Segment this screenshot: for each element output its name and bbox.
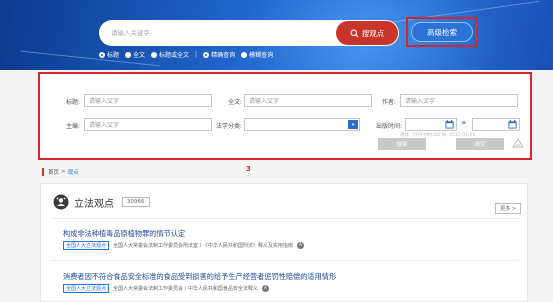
option-separator: | bbox=[195, 51, 198, 58]
option-label: 全文 bbox=[133, 52, 146, 59]
date-range-arrow-icon: » bbox=[461, 118, 467, 127]
item-meta: 全国人大立法观点 全国人大常委会法制工作委员会 / 中华人民共和国食品安全法释义… bbox=[63, 284, 269, 293]
breadcrumb: 首页 > 观点 bbox=[42, 168, 79, 176]
breadcrumb-separator: > bbox=[61, 169, 66, 175]
advanced-search-panel: 标题: 请输入文字 全文: 请输入文字 作者: 请输入文字 主编: 请输入文字 … bbox=[38, 72, 532, 160]
option-label: 标题或全文 bbox=[159, 52, 190, 59]
radio-icon bbox=[125, 51, 132, 58]
option-title[interactable]: 标题 bbox=[99, 50, 119, 59]
chevron-down-icon: ▾ bbox=[348, 120, 358, 129]
option-exact[interactable]: 精确查询 bbox=[203, 50, 235, 59]
annotation-number: 3 bbox=[246, 165, 251, 173]
advanced-search-highlight: 高级检索 bbox=[406, 17, 478, 47]
search-button[interactable]: 搜观点 bbox=[336, 21, 398, 45]
option-label: 模糊查询 bbox=[249, 52, 274, 59]
submit-label: 搜索 bbox=[396, 142, 408, 148]
authority-badge-icon: A bbox=[296, 242, 304, 249]
date-start-input[interactable] bbox=[405, 118, 457, 131]
advanced-search-label: 高级检索 bbox=[427, 27, 457, 37]
author-input[interactable]: 请输入文字 bbox=[400, 94, 518, 107]
clear-label: 清空 bbox=[474, 142, 486, 148]
title-input[interactable]: 请输入文字 bbox=[84, 94, 212, 107]
search-input[interactable] bbox=[111, 25, 311, 41]
divider bbox=[51, 218, 519, 219]
title-placeholder: 请输入文字 bbox=[89, 98, 120, 105]
fulltext-input[interactable]: 请输入文字 bbox=[244, 94, 372, 107]
section-count: 30966 bbox=[122, 197, 150, 207]
source-tag[interactable]: 全国人大立法观点 bbox=[63, 241, 110, 250]
option-label: 标题 bbox=[107, 52, 120, 59]
advanced-search-submit-button[interactable]: 搜索 bbox=[378, 138, 426, 150]
breadcrumb-home[interactable]: 首页 bbox=[48, 168, 59, 176]
category-select[interactable]: ▾ bbox=[244, 118, 360, 131]
authority-badge-icon: A bbox=[261, 285, 269, 292]
breadcrumb-current: 观点 bbox=[67, 170, 79, 176]
section-title: 立法观点 bbox=[74, 198, 114, 210]
opinion-card: 立法观点 30966 更多 > 构成非法种植毒品原植物罪的情节认定 全国人大立法… bbox=[40, 183, 528, 302]
radio-icon bbox=[151, 51, 158, 58]
author-label: 作者: bbox=[381, 99, 396, 106]
category-label: 法学分类: bbox=[215, 123, 242, 130]
option-title-or-fulltext[interactable]: 标题或全文 bbox=[151, 50, 189, 59]
item-source: 全国人大常委会法制工作委员会刑法室 / 《中华人民共和国刑法》释义及实用指南 bbox=[113, 243, 293, 249]
radio-checked-icon bbox=[203, 51, 210, 58]
divider bbox=[51, 260, 519, 261]
item-meta: 全国人大立法观点 全国人大常委会法制工作委员会刑法室 / 《中华人民共和国刑法》… bbox=[63, 241, 304, 250]
option-fuzzy[interactable]: 模糊查询 bbox=[241, 50, 273, 59]
collapse-triangle-icon[interactable] bbox=[512, 138, 524, 148]
option-label: 精确查询 bbox=[211, 52, 236, 59]
opinion-icon bbox=[53, 194, 69, 210]
calendar-icon[interactable] bbox=[508, 120, 517, 129]
calendar-icon[interactable] bbox=[445, 120, 454, 129]
search-button-label: 搜观点 bbox=[361, 28, 385, 38]
search-options: 标题 全文 标题或全文 | 精确查询 模糊查询 bbox=[99, 50, 273, 59]
editor-input[interactable]: 请输入文字 bbox=[84, 118, 212, 131]
source-tag[interactable]: 全国人大立法观点 bbox=[63, 284, 110, 293]
radio-icon bbox=[241, 51, 248, 58]
item-title[interactable]: 构成非法种植毒品原植物罪的情节认定 bbox=[63, 229, 185, 239]
clear-button[interactable]: 清空 bbox=[456, 138, 504, 150]
search-icon bbox=[350, 29, 359, 37]
more-button[interactable]: 更多 > bbox=[495, 203, 521, 214]
date-end-input[interactable] bbox=[472, 118, 520, 131]
title-label: 标题: bbox=[65, 99, 80, 106]
radio-checked-icon bbox=[99, 51, 105, 58]
item-title[interactable]: 消费者因不符合食品安全标准的食品受到损害的给予生产经营者惩罚性赔偿的适用情形 bbox=[63, 272, 336, 282]
fulltext-label: 全文: bbox=[227, 99, 242, 106]
option-fulltext[interactable]: 全文 bbox=[125, 50, 145, 59]
date-label: 出版时间: bbox=[375, 123, 402, 130]
item-source: 全国人大常委会法制工作委员会 / 中华人民共和国食品安全法释义 bbox=[113, 286, 258, 292]
fulltext-placeholder: 请输入文字 bbox=[249, 98, 280, 105]
section-header: 立法观点 30966 bbox=[53, 194, 150, 210]
editor-placeholder: 请输入文字 bbox=[89, 122, 120, 129]
author-placeholder: 请输入文字 bbox=[405, 98, 436, 105]
advanced-search-button[interactable]: 高级检索 bbox=[411, 22, 473, 42]
editor-label: 主编: bbox=[65, 123, 80, 130]
breadcrumb-marker bbox=[42, 168, 44, 176]
